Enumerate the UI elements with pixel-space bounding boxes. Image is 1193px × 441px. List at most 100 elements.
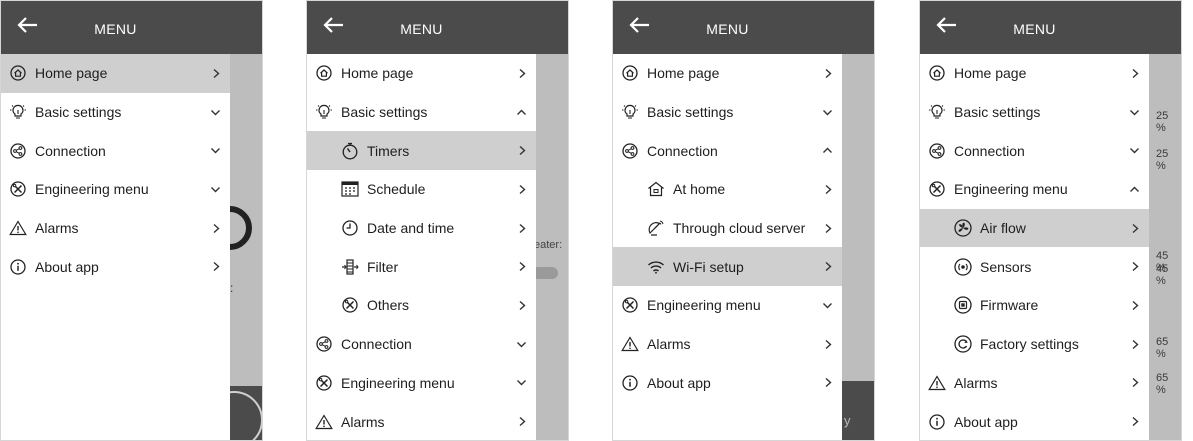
warning-icon — [9, 219, 27, 237]
menu-item-label: Connection — [647, 142, 718, 159]
menu-item-home-page[interactable]: Home page — [307, 54, 536, 93]
chevron-right-icon[interactable] — [212, 247, 221, 286]
tools-icon — [928, 180, 946, 198]
bulb-icon — [928, 103, 946, 121]
menu-item-others[interactable]: Others — [307, 286, 536, 325]
chevron-down-icon[interactable] — [1129, 93, 1140, 132]
home-icon — [621, 64, 639, 82]
chevron-right-icon[interactable] — [212, 54, 221, 93]
menu-item-alarms[interactable]: Alarms — [613, 325, 842, 364]
chevron-down-icon[interactable] — [516, 364, 527, 403]
menu-item-label: Filter — [367, 258, 399, 275]
chevron-right-icon[interactable] — [518, 209, 527, 248]
chevron-right-icon[interactable] — [518, 286, 527, 325]
menu-item-alarms[interactable]: Alarms — [307, 402, 536, 440]
chevron-right-icon[interactable] — [824, 364, 833, 403]
menu-item-alarms[interactable]: Alarms — [1, 209, 230, 248]
share-icon — [621, 142, 639, 160]
menu-item-at-home[interactable]: At home — [613, 170, 842, 209]
menu-item-label: Connection — [341, 336, 412, 353]
chevron-right-icon[interactable] — [824, 54, 833, 93]
menu-item-alarms[interactable]: Alarms — [920, 364, 1149, 403]
warning-icon — [928, 374, 946, 392]
chevron-right-icon[interactable] — [1131, 247, 1140, 286]
chevron-right-icon[interactable] — [1131, 209, 1140, 248]
chevron-right-icon[interactable] — [1131, 364, 1140, 403]
menu-item-about-app[interactable]: About app — [613, 364, 842, 403]
menu-item-connection[interactable]: Connection — [307, 325, 536, 364]
background-label: y — [844, 413, 851, 428]
satellite-icon — [647, 219, 665, 237]
menu-item-connection[interactable]: Connection — [613, 131, 842, 170]
menu-item-air-flow[interactable]: Air flow — [920, 208, 1149, 248]
chevron-up-icon[interactable] — [516, 93, 527, 132]
menu-item-schedule[interactable]: Schedule — [307, 170, 536, 209]
menu-item-engineering-menu[interactable]: Engineering menu — [920, 170, 1149, 209]
menu-item-about-app[interactable]: About app — [920, 402, 1149, 440]
menu-item-basic-settings[interactable]: Basic settings — [1, 93, 230, 132]
menu-item-label: Basic settings — [35, 104, 122, 121]
chevron-right-icon[interactable] — [518, 54, 527, 93]
menu-item-label: Engineering menu — [647, 297, 761, 314]
chevron-down-icon[interactable] — [822, 286, 833, 325]
menu-title: MENU — [706, 21, 749, 37]
chevron-right-icon[interactable] — [518, 170, 527, 209]
menu-item-connection[interactable]: Connection — [1, 131, 230, 170]
menu-item-firmware[interactable]: Firmware — [920, 286, 1149, 325]
bulb-icon — [315, 103, 333, 121]
menu-item-basic-settings[interactable]: Basic settings — [920, 93, 1149, 132]
menu-header: MENU — [1, 1, 230, 54]
menu-item-home-page[interactable]: Home page — [920, 54, 1149, 93]
chevron-down-icon[interactable] — [516, 325, 527, 364]
chevron-down-icon[interactable] — [210, 170, 221, 209]
menu-item-timers[interactable]: Timers — [307, 131, 536, 171]
chevron-right-icon[interactable] — [824, 325, 833, 364]
menu-item-label: Home page — [341, 65, 414, 82]
menu-item-connection[interactable]: Connection — [920, 131, 1149, 170]
share-icon — [315, 335, 333, 353]
chevron-right-icon[interactable] — [212, 209, 221, 248]
tools-icon — [341, 296, 359, 314]
house-icon — [647, 180, 665, 198]
menu-item-engineering-menu[interactable]: Engineering menu — [307, 364, 536, 403]
menu-item-wi-fi-setup[interactable]: Wi-Fi setup — [613, 247, 842, 287]
chevron-right-icon[interactable] — [1131, 402, 1140, 440]
chevron-right-icon[interactable] — [824, 247, 833, 286]
chevron-right-icon[interactable] — [1131, 54, 1140, 93]
menu-item-label: Firmware — [980, 297, 1039, 314]
menu-item-engineering-menu[interactable]: Engineering menu — [613, 286, 842, 325]
chevron-right-icon[interactable] — [518, 402, 527, 440]
menu-item-home-page[interactable]: Home page — [613, 54, 842, 93]
menu-item-label: Others — [367, 297, 410, 314]
menu-item-about-app[interactable]: About app — [1, 247, 230, 286]
menu-item-home-page[interactable]: Home page — [1, 54, 230, 93]
chevron-right-icon[interactable] — [824, 170, 833, 209]
chevron-right-icon[interactable] — [824, 209, 833, 248]
menu-item-label: Connection — [954, 142, 1025, 159]
chevron-right-icon[interactable] — [518, 247, 527, 286]
chevron-down-icon[interactable] — [210, 93, 221, 132]
home-icon — [315, 64, 333, 82]
menu-item-sensors[interactable]: Sensors — [920, 247, 1149, 286]
chip-icon — [954, 296, 972, 315]
menu-item-through-cloud-server[interactable]: Through cloud server — [613, 209, 842, 248]
menu-item-engineering-menu[interactable]: Engineering menu — [1, 170, 230, 209]
menu-item-basic-settings[interactable]: Basic settings — [613, 93, 842, 132]
chevron-down-icon[interactable] — [1129, 131, 1140, 170]
chevron-right-icon[interactable] — [1131, 325, 1140, 364]
side-menu: MENU Home page Basic settings Timers Schedul… — [307, 1, 536, 440]
menu-item-label: About app — [647, 374, 711, 391]
chevron-right-icon[interactable] — [518, 131, 527, 170]
menu-item-label: Basic settings — [647, 104, 734, 121]
menu-item-basic-settings[interactable]: Basic settings — [307, 93, 536, 132]
chevron-up-icon[interactable] — [822, 131, 833, 170]
chevron-up-icon[interactable] — [1129, 170, 1140, 209]
chevron-down-icon[interactable] — [822, 93, 833, 132]
reset-icon — [954, 335, 972, 353]
menu-item-date-and-time[interactable]: Date and time — [307, 209, 536, 248]
menu-item-label: About app — [954, 413, 1018, 430]
menu-item-factory-settings[interactable]: Factory settings — [920, 325, 1149, 364]
menu-item-filter[interactable]: Filter — [307, 247, 536, 286]
chevron-down-icon[interactable] — [210, 131, 221, 170]
chevron-right-icon[interactable] — [1131, 286, 1140, 325]
